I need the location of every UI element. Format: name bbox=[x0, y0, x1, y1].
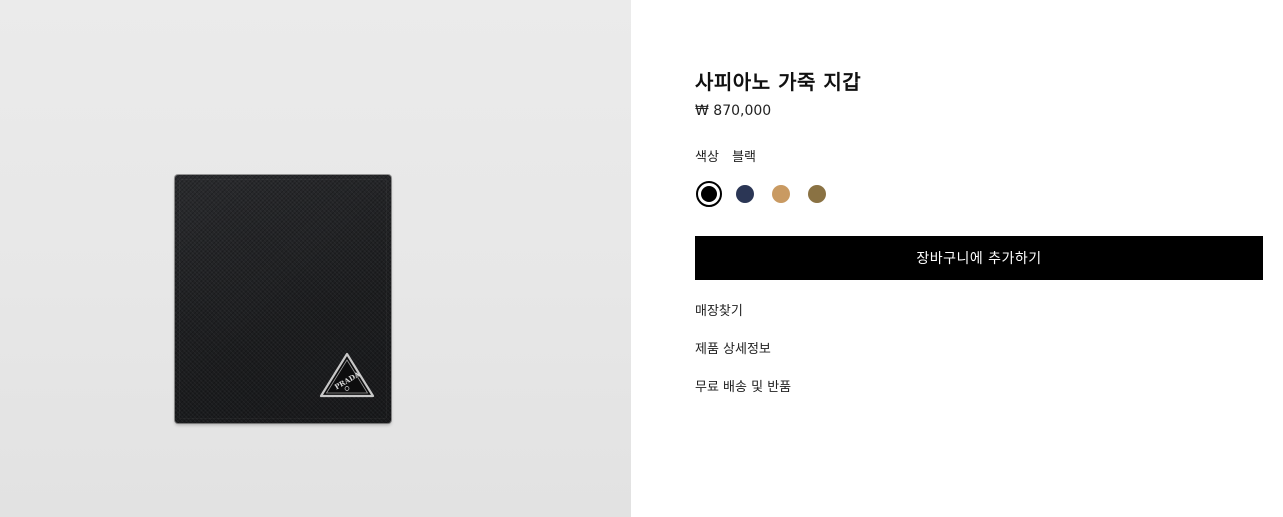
product-image-panel: PRADA bbox=[0, 0, 631, 517]
product-price: ₩ 870,000 bbox=[695, 103, 772, 119]
color-label: 색상 bbox=[695, 150, 719, 165]
color-swatch-tan[interactable] bbox=[772, 185, 790, 203]
product-title: 사피아노 가죽 지갑 bbox=[695, 70, 862, 94]
shipping-returns-link[interactable]: 무료 배송 및 반품 bbox=[695, 376, 791, 395]
find-store-link[interactable]: 매장찾기 bbox=[695, 300, 743, 319]
color-selection-label: 색상 블랙 bbox=[695, 146, 756, 165]
selected-color-name: 블랙 bbox=[732, 150, 756, 165]
product-image-wallet: PRADA bbox=[175, 175, 391, 423]
color-swatch-black[interactable] bbox=[696, 181, 722, 207]
color-swatch-navy[interactable] bbox=[736, 185, 754, 203]
product-page: PRADA 사피아노 가죽 지갑 ₩ 870,000 색상 블랙 장바구니에 추… bbox=[0, 0, 1283, 517]
color-swatches bbox=[695, 180, 895, 208]
color-swatch-brown[interactable] bbox=[808, 185, 826, 203]
logo-wordmark: PRADA bbox=[333, 369, 362, 391]
prada-triangle-logo-icon: PRADA bbox=[319, 352, 375, 398]
swatch-black-dot bbox=[701, 186, 717, 202]
product-details-link[interactable]: 제품 상세정보 bbox=[695, 338, 771, 357]
product-details-panel: 사피아노 가죽 지갑 ₩ 870,000 색상 블랙 장바구니에 추가하기 매장… bbox=[695, 0, 1263, 517]
add-to-cart-button[interactable]: 장바구니에 추가하기 bbox=[695, 236, 1263, 280]
